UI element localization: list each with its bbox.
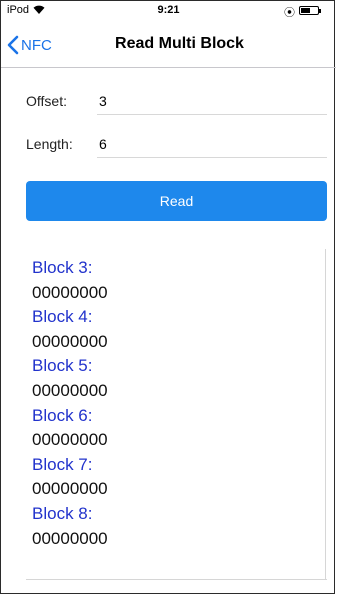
read-button[interactable]: Read <box>26 181 327 221</box>
block-value: 00000000 <box>32 479 108 499</box>
offset-field[interactable] <box>97 87 327 115</box>
battery-tip <box>319 9 321 13</box>
block-label: Block 7: <box>32 454 93 474</box>
block-value: 00000000 <box>32 380 108 400</box>
block-entry: Block 8: 00000000 <box>32 502 325 551</box>
navigation-bar: NFC Read Multi Block <box>1 23 336 68</box>
block-label: Block 4: <box>32 307 93 327</box>
offset-row: Offset: <box>26 86 327 116</box>
block-entry: Block 5: 00000000 <box>32 354 325 403</box>
length-row: Length: <box>26 129 327 159</box>
block-list: Block 3: 00000000 Block 4: 00000000 Bloc… <box>26 249 325 551</box>
block-value: 00000000 <box>32 282 108 302</box>
block-value: 00000000 <box>32 528 108 548</box>
block-entry: Block 6: 00000000 <box>32 404 325 453</box>
block-value: 00000000 <box>32 430 108 450</box>
battery-icon <box>299 6 319 15</box>
output-bottom-border <box>26 579 327 580</box>
block-label: Block 3: <box>32 258 93 277</box>
block-value: 00000000 <box>32 331 108 351</box>
length-field[interactable] <box>97 130 327 158</box>
block-label: Block 8: <box>32 503 93 523</box>
length-label: Length: <box>26 136 73 152</box>
block-label: Block 5: <box>32 356 93 376</box>
status-bar: iPod 9:21 ⦿ <box>1 1 336 21</box>
block-entry: Block 7: 00000000 <box>32 453 325 502</box>
screen-frame: iPod 9:21 ⦿ NFC Read Multi Block Offset:… <box>0 0 336 594</box>
block-entry: Block 3: 00000000 <box>32 256 325 305</box>
block-entry: Block 4: 00000000 <box>32 305 325 354</box>
offset-label: Offset: <box>26 93 67 109</box>
rotation-lock-icon: ⦿ <box>284 7 295 19</box>
page-title: Read Multi Block <box>115 35 244 52</box>
block-label: Block 6: <box>32 405 93 425</box>
output-text-view[interactable]: Block 3: 00000000 Block 4: 00000000 Bloc… <box>26 249 326 579</box>
